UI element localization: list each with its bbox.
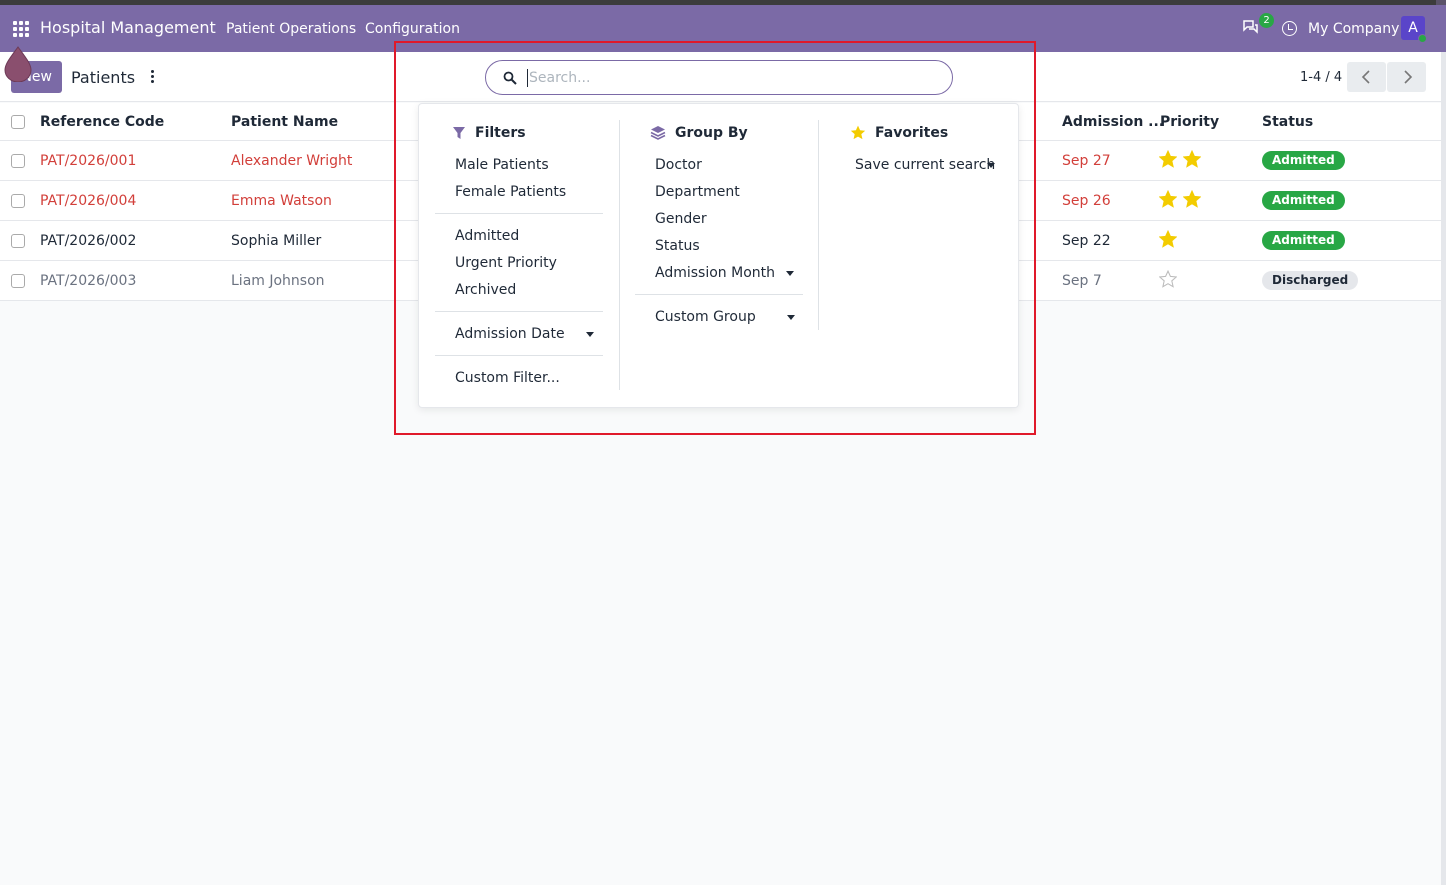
reference-code-cell[interactable]: PAT/2026/004 [40,193,136,209]
reference-code-cell[interactable]: PAT/2026/001 [40,153,136,169]
column-header-priority[interactable]: Priority [1160,114,1219,130]
apps-menu-icon[interactable] [13,21,29,37]
menu-patient-operations[interactable]: Patient Operations [226,21,356,37]
priority-widget[interactable] [1159,230,1183,252]
message-count-badge: 2 [1259,13,1274,28]
chevron-left-icon [1361,70,1370,84]
add-custom-filter[interactable]: Custom Filter... [455,370,560,386]
column-header-admission[interactable]: Admission ... [1062,114,1164,130]
online-status-icon [1418,34,1427,43]
reference-code-cell[interactable]: PAT/2026/002 [40,233,136,249]
divider [435,311,603,312]
caret-down-icon[interactable] [586,332,594,337]
group-by-heading: Group By [675,125,748,141]
company-switcher[interactable]: My Company [1308,21,1399,37]
pager-next-button[interactable] [1387,62,1426,92]
row-checkbox[interactable] [11,274,25,288]
filter-icon [453,127,465,139]
messages-icon[interactable] [1243,20,1259,34]
column-header-name[interactable]: Patient Name [231,114,338,130]
save-current-search[interactable]: Save current search [855,157,995,173]
filter-admitted[interactable]: Admitted [455,228,519,244]
divider [635,294,803,295]
admission-date-cell[interactable]: Sep 7 [1062,273,1102,289]
priority-star-icon[interactable] [1183,150,1201,168]
text-cursor [527,69,528,87]
search-input[interactable] [529,68,929,88]
search-icon [503,71,517,85]
add-custom-group[interactable]: Custom Group [655,309,756,325]
filter-male-patients[interactable]: Male Patients [455,157,549,173]
column-header-status[interactable]: Status [1262,114,1313,130]
patient-name-cell[interactable]: Sophia Miller [231,233,321,249]
app-brand[interactable]: Hospital Management [40,18,216,37]
filter-admission-date[interactable]: Admission Date [455,326,565,342]
status-badge: Admitted [1262,191,1345,210]
priority-widget[interactable] [1159,190,1207,212]
priority-widget[interactable] [1159,150,1207,172]
filter-female-patients[interactable]: Female Patients [455,184,566,200]
status-badge: Discharged [1262,271,1359,290]
filter-urgent-priority[interactable]: Urgent Priority [455,255,557,271]
column-separator [818,120,819,330]
reference-code-cell[interactable]: PAT/2026/003 [40,273,136,289]
patient-name-cell[interactable]: Emma Watson [231,193,332,209]
layers-icon [650,126,666,140]
priority-widget[interactable] [1159,270,1183,292]
column-header-reference[interactable]: Reference Code [40,114,164,130]
row-checkbox[interactable] [11,154,25,168]
caret-down-icon[interactable] [787,315,795,320]
admission-date-cell[interactable]: Sep 26 [1062,193,1111,209]
patient-name-cell[interactable]: Alexander Wright [231,153,352,169]
admission-date-cell[interactable]: Sep 27 [1062,153,1111,169]
divider [435,355,603,356]
patient-name-cell[interactable]: Liam Johnson [231,273,325,289]
admission-date-cell[interactable]: Sep 22 [1062,233,1111,249]
pager-previous-button[interactable] [1347,62,1386,92]
activity-clock-icon[interactable] [1282,21,1297,36]
status-badge: Admitted [1262,231,1345,250]
priority-star-icon[interactable] [1159,230,1177,248]
priority-star-icon[interactable] [1183,190,1201,208]
filter-archived[interactable]: Archived [455,282,516,298]
row-checkbox[interactable] [11,234,25,248]
pager-value[interactable]: 1-4 / 4 [1300,70,1342,85]
page-title: Patients [71,68,136,87]
menu-configuration[interactable]: Configuration [365,21,460,37]
scrollbar-track[interactable] [1441,52,1446,885]
filters-heading: Filters [475,125,526,141]
status-badge: Admitted [1262,151,1345,170]
group-by-admission-month[interactable]: Admission Month [655,265,775,281]
priority-star-icon[interactable] [1159,150,1177,168]
favorites-heading: Favorites [875,125,949,141]
search-options-panel: Filters Male Patients Female Patients Ad… [418,103,1019,408]
search-bar[interactable] [485,60,953,95]
priority-star-icon[interactable] [1159,190,1177,208]
actions-kebab-icon[interactable] [150,70,156,86]
star-icon [850,125,866,140]
caret-down-icon[interactable] [987,163,995,168]
group-by-doctor[interactable]: Doctor [655,157,702,173]
row-checkbox[interactable] [11,194,25,208]
group-by-status[interactable]: Status [655,238,700,254]
cursor-drop-marker-icon [4,46,32,82]
priority-star-icon[interactable] [1159,270,1177,288]
group-by-gender[interactable]: Gender [655,211,707,227]
group-by-department[interactable]: Department [655,184,740,200]
chevron-right-icon [1403,70,1412,84]
caret-down-icon[interactable] [786,271,794,276]
select-all-checkbox[interactable] [11,115,25,129]
divider [435,213,603,214]
column-separator [619,120,620,390]
